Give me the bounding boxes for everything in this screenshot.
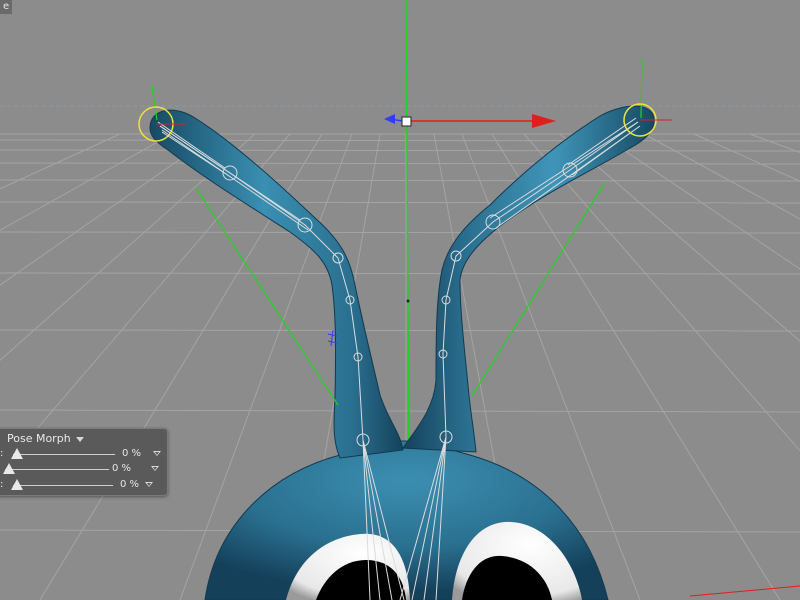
pose-morph-dropdown[interactable]: Pose Morph: [7, 432, 84, 446]
morph-row: : 0 %: [0, 447, 165, 462]
viewport-label: e: [0, 0, 13, 14]
3d-viewport[interactable]: e Pose Morph : 0 % 0 % : 0 %: [0, 0, 800, 600]
morph-slider-track[interactable]: [13, 454, 115, 455]
morph-value[interactable]: 0 %: [111, 479, 139, 491]
scene-dot: [406, 299, 410, 303]
morph-slider-track[interactable]: [5, 469, 109, 470]
morph-row: : 0 %: [0, 478, 165, 493]
morph-row-label: :: [0, 448, 4, 459]
scene-canvas[interactable]: [0, 0, 800, 600]
chevron-down-icon: [75, 436, 84, 442]
morph-slider-track[interactable]: [13, 485, 113, 486]
move-axis-icon[interactable]: [384, 114, 556, 128]
morph-value[interactable]: 0 %: [113, 448, 141, 460]
morph-slider-thumb[interactable]: [3, 463, 15, 474]
chevron-down-icon[interactable]: [145, 482, 153, 487]
pose-morph-panel: Pose Morph : 0 % 0 % : 0 %: [0, 428, 168, 496]
ik-guides: [151, 57, 643, 406]
morph-value[interactable]: 0 %: [103, 463, 131, 475]
morph-slider-thumb[interactable]: [11, 448, 23, 459]
right-antenna[interactable]: [402, 105, 655, 453]
morph-slider-thumb[interactable]: [11, 479, 23, 490]
morph-row: 0 %: [0, 462, 165, 477]
chevron-down-icon[interactable]: [153, 451, 161, 456]
red-axis-line-bottom: [689, 585, 800, 597]
pose-morph-title: Pose Morph: [7, 432, 71, 445]
left-antenna[interactable]: [149, 109, 404, 459]
morph-row-label: :: [0, 479, 4, 490]
chevron-down-icon[interactable]: [151, 466, 159, 471]
